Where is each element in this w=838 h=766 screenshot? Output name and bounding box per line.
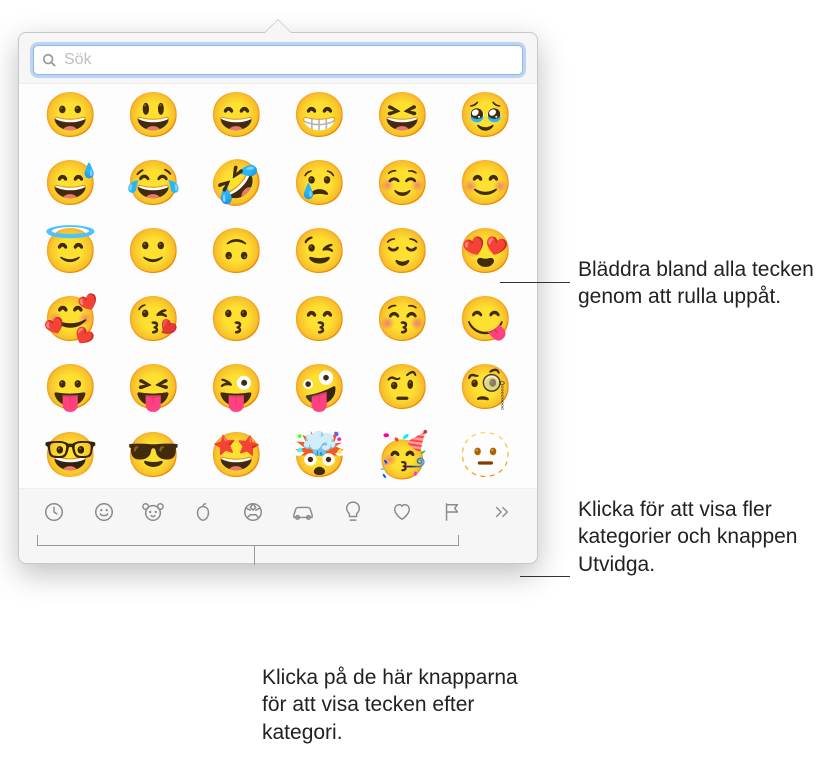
category-food-button[interactable] xyxy=(178,497,228,531)
emoji-cell[interactable]: 😛 xyxy=(37,362,104,414)
category-bar xyxy=(19,489,537,535)
emoji-cell[interactable]: 😇 xyxy=(37,226,104,278)
emoji-cell[interactable]: 🤣 xyxy=(203,158,270,210)
callout-scroll-line xyxy=(500,282,570,283)
character-viewer-popover: 😀 😃 😄 😁 😆 🥹 😅 😂 🤣 😢 ☺️ 😊 😇 🙂 🙃 😉 😌 😍 🥰 😘 😗 😙 😚 😋 😛 😝 😜 🤪 🤨 🧐 🤓 😎 🤩 🤯 🥳 🫥 xyxy=(18,32,538,564)
emoji-cell[interactable]: 😀 xyxy=(37,90,104,142)
car-icon xyxy=(290,502,316,527)
popover-arrow xyxy=(264,20,292,34)
emoji-cell[interactable]: 😋 xyxy=(452,294,519,346)
emoji-cell[interactable]: 🧐 xyxy=(452,362,519,414)
emoji-cell[interactable]: 🫥 xyxy=(452,430,519,482)
emoji-cell[interactable]: 😘 xyxy=(120,294,187,346)
callout-more: Klicka för att visa fler kategorier och … xyxy=(578,496,828,578)
emoji-cell[interactable]: 😜 xyxy=(203,362,270,414)
emoji-cell[interactable]: 🙂 xyxy=(120,226,187,278)
category-objects-button[interactable] xyxy=(328,497,378,531)
category-recent-button[interactable] xyxy=(29,497,79,531)
emoji-cell[interactable]: 🙃 xyxy=(203,226,270,278)
search-icon xyxy=(42,53,56,67)
apple-icon xyxy=(193,501,213,528)
emoji-cell[interactable]: 🤩 xyxy=(203,430,270,482)
emoji-cell[interactable]: 🥳 xyxy=(369,430,436,482)
emoji-cell[interactable]: 😃 xyxy=(120,90,187,142)
search-field[interactable] xyxy=(33,45,523,75)
emoji-cell[interactable]: 😆 xyxy=(369,90,436,142)
callout-more-line xyxy=(520,576,570,577)
callout-scroll: Bläddra bland alla tecken genom att rull… xyxy=(578,256,828,311)
category-more-button[interactable] xyxy=(477,497,527,531)
heart-icon xyxy=(391,502,413,527)
emoji-cell[interactable]: 😙 xyxy=(286,294,353,346)
category-smileys-button[interactable] xyxy=(79,497,129,531)
emoji-cell[interactable]: 😗 xyxy=(203,294,270,346)
category-travel-button[interactable] xyxy=(278,497,328,531)
flag-icon xyxy=(442,501,462,528)
emoji-cell[interactable]: 😌 xyxy=(369,226,436,278)
category-animals-button[interactable] xyxy=(129,497,179,531)
soccer-icon xyxy=(242,501,264,528)
emoji-cell[interactable]: 😊 xyxy=(452,158,519,210)
category-bracket xyxy=(37,535,519,553)
clock-icon xyxy=(43,501,65,528)
emoji-cell[interactable]: 🥹 xyxy=(452,90,519,142)
search-wrap xyxy=(19,33,537,83)
callout-categories: Klicka på de här knapparna för att visa … xyxy=(262,664,542,746)
emoji-cell[interactable]: 😁 xyxy=(286,90,353,142)
emoji-cell[interactable]: 😢 xyxy=(286,158,353,210)
emoji-cell[interactable]: 😉 xyxy=(286,226,353,278)
emoji-cell[interactable]: 😎 xyxy=(120,430,187,482)
emoji-grid[interactable]: 😀 😃 😄 😁 😆 🥹 😅 😂 🤣 😢 ☺️ 😊 😇 🙂 🙃 😉 😌 😍 🥰 😘 😗 😙 😚 😋 😛 😝 😜 🤪 🤨 🧐 🤓 😎 🤩 🤯 🥳 🫥 xyxy=(19,83,537,489)
emoji-cell[interactable]: 😍 xyxy=(452,226,519,278)
bulb-icon xyxy=(344,500,362,529)
emoji-cell[interactable]: 😂 xyxy=(120,158,187,210)
emoji-cell[interactable]: 🤨 xyxy=(369,362,436,414)
emoji-cell[interactable]: 😝 xyxy=(120,362,187,414)
emoji-cell[interactable]: 🤓 xyxy=(37,430,104,482)
face-icon xyxy=(93,501,115,528)
category-activity-button[interactable] xyxy=(228,497,278,531)
category-flags-button[interactable] xyxy=(427,497,477,531)
emoji-cell[interactable]: 🥰 xyxy=(37,294,104,346)
category-symbols-button[interactable] xyxy=(378,497,428,531)
emoji-cell[interactable]: 🤯 xyxy=(286,430,353,482)
emoji-cell[interactable]: 😚 xyxy=(369,294,436,346)
search-input[interactable] xyxy=(64,51,514,69)
emoji-cell[interactable]: 🤪 xyxy=(286,362,353,414)
emoji-cell[interactable]: 😄 xyxy=(203,90,270,142)
animal-icon xyxy=(141,501,165,528)
emoji-cell[interactable]: 😅 xyxy=(37,158,104,210)
chevron-icon xyxy=(493,505,511,524)
emoji-cell[interactable]: ☺️ xyxy=(369,158,436,210)
